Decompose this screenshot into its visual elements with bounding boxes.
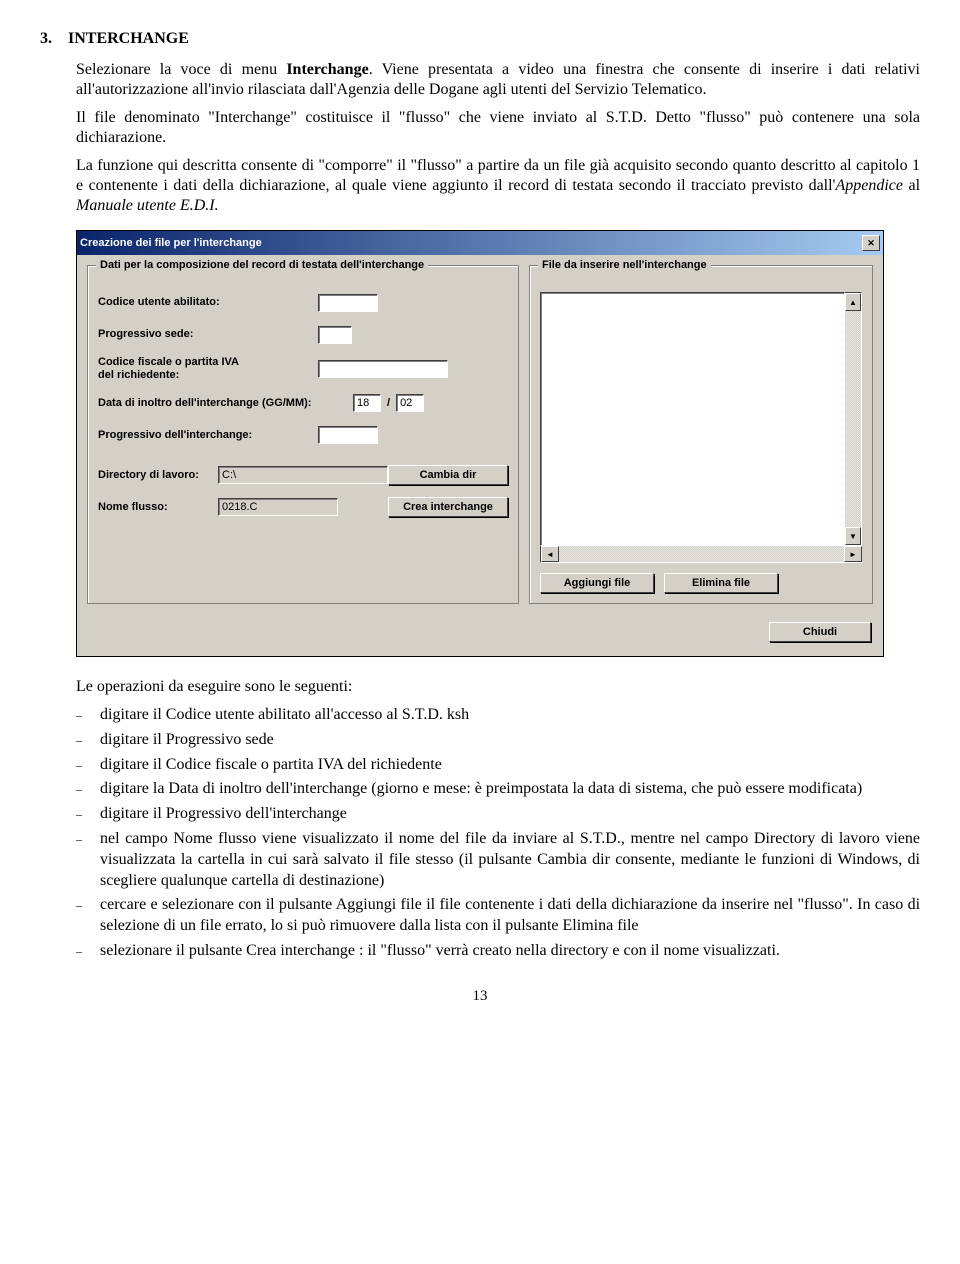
list-item: selezionare il pulsante Crea interchange… (76, 941, 920, 962)
window-title: Creazione dei file per l'interchange (80, 237, 860, 249)
label-progressivo-sede: Progressivo sede: (98, 328, 318, 341)
input-cf-piva[interactable] (318, 360, 448, 378)
label-directory: Directory di lavoro: (98, 469, 218, 482)
cambia-dir-button[interactable]: Cambia dir (388, 465, 508, 485)
paragraph-1: Selezionare la voce di menu Interchange.… (76, 60, 920, 100)
group-legend-left: Dati per la composizione del record di t… (96, 259, 428, 271)
scrollbar-vertical[interactable]: ▲ ▼ (845, 292, 862, 546)
list-item: digitare il Progressivo sede (76, 730, 920, 751)
group-file-interchange: File da inserire nell'interchange ▲ ▼ ◄ (529, 265, 873, 604)
input-giorno[interactable]: 18 (353, 394, 381, 412)
scroll-right-icon[interactable]: ► (844, 546, 862, 562)
label-codice-utente: Codice utente abilitato: (98, 296, 318, 309)
section-title: INTERCHANGE (68, 30, 189, 48)
input-directory: C:\ (218, 466, 388, 484)
label-progressivo-interchange: Progressivo dell'interchange: (98, 429, 318, 442)
list-item: cercare e selezionare con il pulsante Ag… (76, 895, 920, 937)
label-nome-flusso: Nome flusso: (98, 501, 218, 514)
operations-list: digitare il Codice utente abilitato all'… (76, 705, 920, 962)
input-progressivo-interchange[interactable] (318, 426, 378, 444)
list-item: nel campo Nome flusso viene visualizzato… (76, 829, 920, 891)
paragraph-2: Il file denominato "Interchange" costitu… (76, 108, 920, 148)
elimina-file-button[interactable]: Elimina file (664, 573, 778, 593)
crea-interchange-button[interactable]: Crea interchange (388, 497, 508, 517)
scroll-up-icon[interactable]: ▲ (845, 293, 861, 311)
section-number: 3. (40, 30, 52, 48)
dialog-window: Creazione dei file per l'interchange ✕ D… (76, 230, 884, 657)
group-legend-right: File da inserire nell'interchange (538, 259, 711, 271)
input-progressivo-sede[interactable] (318, 326, 352, 344)
input-codice-utente[interactable] (318, 294, 378, 312)
list-item: digitare il Progressivo dell'interchange (76, 804, 920, 825)
paragraph-3: La funzione qui descritta consente di "c… (76, 156, 920, 216)
scroll-down-icon[interactable]: ▼ (845, 527, 861, 545)
label-data-inoltro: Data di inoltro dell'interchange (GG/MM)… (98, 397, 353, 410)
file-listbox[interactable] (540, 292, 845, 546)
operations-intro: Le operazioni da eseguire sono le seguen… (76, 677, 920, 697)
date-separator: / (381, 397, 396, 409)
scrollbar-horizontal[interactable]: ◄ ► (540, 546, 862, 563)
input-nome-flusso: 0218.C (218, 498, 338, 516)
list-item: digitare il Codice fiscale o partita IVA… (76, 755, 920, 776)
group-record-testata: Dati per la composizione del record di t… (87, 265, 519, 604)
titlebar[interactable]: Creazione dei file per l'interchange ✕ (77, 231, 883, 255)
list-item: digitare la Data di inoltro dell'interch… (76, 779, 920, 800)
chiudi-button[interactable]: Chiudi (769, 622, 871, 642)
aggiungi-file-button[interactable]: Aggiungi file (540, 573, 654, 593)
input-mese[interactable]: 02 (396, 394, 424, 412)
label-cf-piva: Codice fiscale o partita IVA del richied… (98, 356, 318, 382)
list-item: digitare il Codice utente abilitato all'… (76, 705, 920, 726)
page-number: 13 (40, 988, 920, 1005)
scroll-left-icon[interactable]: ◄ (541, 546, 559, 562)
close-icon[interactable]: ✕ (862, 235, 880, 251)
